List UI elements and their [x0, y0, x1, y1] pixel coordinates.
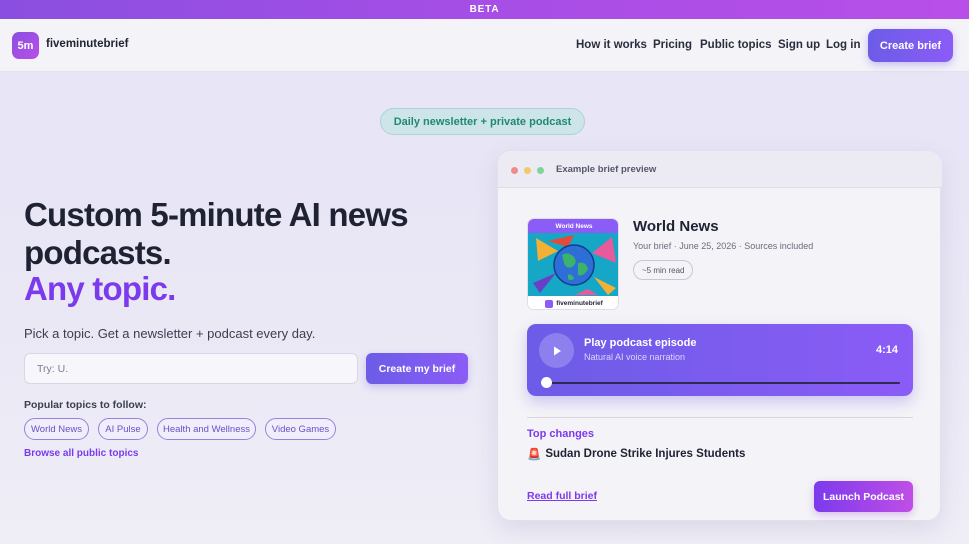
top-changes-heading: Top changes [527, 428, 595, 440]
nav-link-pricing[interactable]: Pricing [653, 39, 692, 51]
read-time-badge: ~5 min read [633, 260, 694, 280]
feature-pill: Daily newsletter + private podcast [380, 108, 585, 135]
window-maximize-dot-icon [537, 167, 544, 174]
hero-subtitle: Pick a topic. Get a newsletter + podcast… [24, 326, 316, 341]
brief-cover-image: World News fiveminutebrief [527, 218, 619, 310]
launch-podcast-button[interactable]: Launch Podcast [814, 481, 913, 512]
cover-footer: fiveminutebrief [528, 296, 618, 309]
read-full-brief-link[interactable]: Read full brief [527, 490, 597, 502]
nav-link-log-in[interactable]: Log in [826, 39, 861, 51]
nav-link-how-it-works[interactable]: How it works [576, 39, 647, 51]
brief-title: World News [633, 218, 719, 235]
topic-chip-ai-pulse[interactable]: AI Pulse [98, 418, 148, 440]
logo-mark-text: 5m [17, 39, 34, 52]
headline-text: Sudan Drone Strike Injures Students [545, 448, 746, 460]
top-navbar: 5m fiveminutebrief How it works Pricing … [0, 19, 969, 72]
beta-banner: BETA [0, 0, 969, 19]
cover-brand: fiveminutebrief [556, 300, 603, 307]
topic-chip-world-news[interactable]: World News [24, 418, 89, 440]
progress-knob[interactable] [541, 377, 552, 388]
browse-public-topics-link[interactable]: Browse all public topics [24, 448, 138, 459]
hero-accent-title: Any topic. [24, 270, 176, 307]
brief-preview-card: Example brief preview World News fivemin… [497, 150, 942, 521]
section-divider [527, 417, 913, 418]
hero-title-line-2: podcasts. [24, 234, 172, 271]
brief-meta: Your brief · June 25, 2026 · Sources inc… [633, 241, 814, 251]
brand-name[interactable]: fiveminutebrief [46, 38, 128, 50]
podcast-player: Play podcast episode Natural AI voice na… [527, 324, 913, 396]
topic-chip-health-and-wellness[interactable]: Health and Wellness [157, 418, 256, 440]
siren-emoji-icon: 🚨 [527, 449, 542, 461]
window-close-dot-icon [511, 167, 518, 174]
window-minimize-dot-icon [524, 167, 531, 174]
beta-label: BETA [469, 4, 500, 15]
progress-track[interactable] [544, 382, 900, 384]
topic-chip-video-games[interactable]: Video Games [265, 418, 336, 440]
hero-title: Custom 5-minute AI news podcasts. [24, 196, 409, 272]
create-brief-button[interactable]: Create brief [868, 29, 953, 62]
headline-item: 🚨 Sudan Drone Strike Injures Students [527, 447, 745, 461]
cover-label: World News [528, 219, 618, 233]
topic-input[interactable] [24, 353, 358, 384]
player-duration: 4:14 [876, 344, 899, 356]
nav-link-sign-up[interactable]: Sign up [778, 39, 820, 51]
hero-title-line-1: Custom 5-minute AI news [24, 196, 409, 233]
nav-link-public-topics[interactable]: Public topics [700, 39, 772, 51]
preview-card-header: Example brief preview [498, 151, 942, 188]
preview-header-title: Example brief preview [556, 164, 657, 175]
globe-illustration-icon [528, 233, 618, 296]
player-title: Play podcast episode [584, 337, 697, 349]
play-icon [553, 346, 561, 355]
player-subtitle: Natural AI voice narration [584, 352, 686, 362]
popular-topics-label: Popular topics to follow: [24, 399, 147, 411]
create-my-brief-button[interactable]: Create my brief [366, 353, 468, 384]
mini-logo-icon [545, 299, 554, 308]
play-button[interactable] [539, 333, 574, 368]
logo-mark-icon[interactable]: 5m [12, 32, 39, 59]
